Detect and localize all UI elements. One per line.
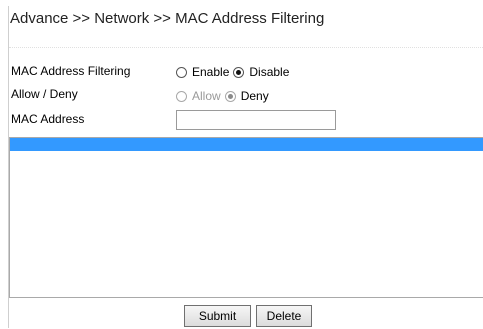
allow-deny-label: Allow / Deny — [11, 87, 78, 101]
page-title: Advance >> Network >> MAC Address Filter… — [10, 10, 325, 27]
mac-filtering-radio-group: Enable Disable — [176, 65, 293, 79]
allow-radio-label[interactable]: Allow — [192, 89, 221, 103]
title-divider — [9, 47, 483, 48]
enable-radio-label[interactable]: Enable — [192, 65, 229, 79]
allow-radio[interactable] — [176, 90, 187, 102]
mac-list-selected-row[interactable] — [10, 138, 483, 151]
mac-address-input[interactable] — [176, 110, 336, 130]
deny-radio-label[interactable]: Deny — [241, 89, 269, 103]
mac-filtering-label: MAC Address Filtering — [11, 64, 131, 78]
disable-radio-label[interactable]: Disable — [249, 65, 289, 79]
allow-deny-radio-group: Allow Deny — [176, 89, 273, 103]
submit-button[interactable]: Submit — [184, 305, 251, 327]
delete-button[interactable]: Delete — [256, 305, 312, 327]
mac-address-list[interactable] — [9, 137, 483, 298]
disable-radio[interactable] — [233, 66, 245, 78]
enable-radio[interactable] — [176, 66, 187, 78]
deny-radio[interactable] — [224, 90, 236, 102]
mac-address-label: MAC Address — [11, 112, 85, 126]
